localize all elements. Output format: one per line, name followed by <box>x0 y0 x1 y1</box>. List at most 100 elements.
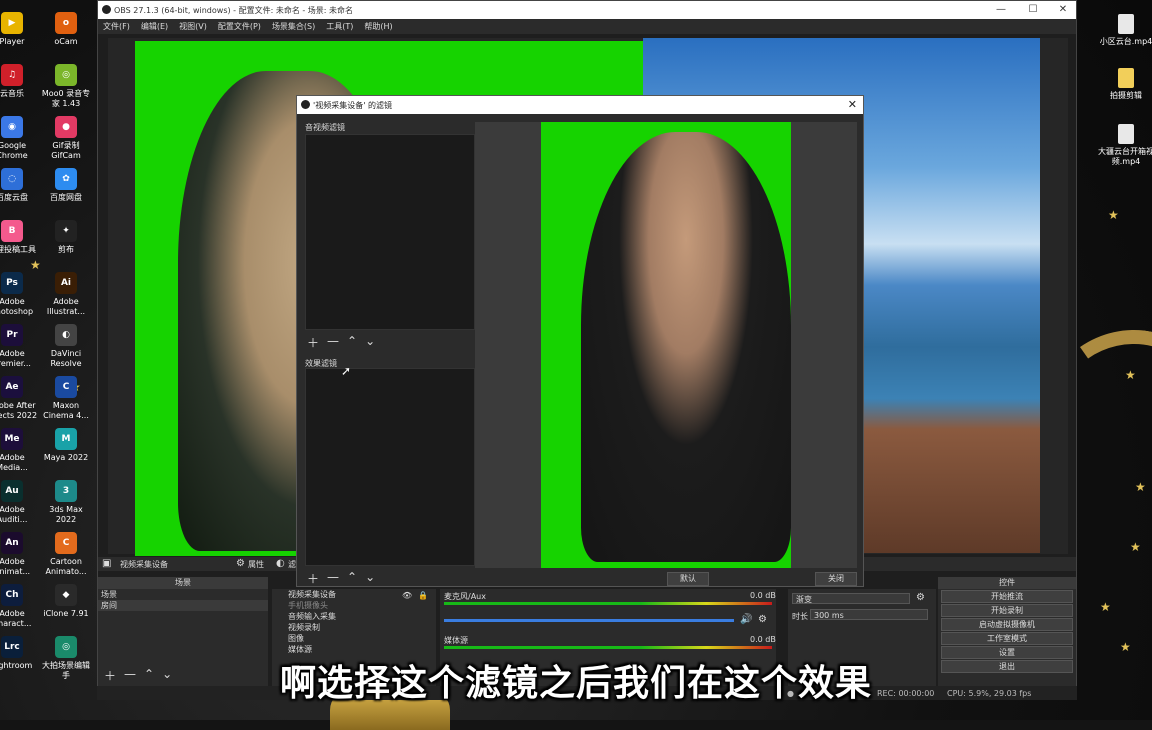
volume-slider[interactable] <box>444 619 734 622</box>
app-icon: o <box>55 12 77 34</box>
desktop-shortcut[interactable]: Pr Adobe Premier... <box>0 324 38 369</box>
desktop-file-video[interactable]: 大疆云台开箱视频.mp4 <box>1096 124 1152 167</box>
menu-profile[interactable]: 配置文件(P) <box>218 21 261 32</box>
desktop-shortcut[interactable]: Me Adobe Media... <box>0 428 38 473</box>
desktop-shortcut[interactable]: ♫ 云音乐 <box>0 64 38 99</box>
desktop-shortcut-label: DaVinci Resolve <box>50 349 82 368</box>
desktop-shortcut[interactable]: ✦ 剪布 <box>40 220 92 255</box>
studio-mode-button[interactable]: 工作室模式 <box>941 632 1073 645</box>
filters-dialog: '视频采集设备' 的滤镜 ✕ 音视频滤镜 ＋ — ⌃ ⌄ 效果滤镜 ➚ ＋ — … <box>296 95 864 587</box>
controls-header: 控件 <box>938 577 1076 589</box>
effect-filters-list[interactable] <box>305 368 475 566</box>
menu-help[interactable]: 帮助(H) <box>364 21 392 32</box>
close-button[interactable]: 关闭 <box>815 572 857 586</box>
gear-icon[interactable]: ⚙ <box>758 614 767 625</box>
desktop-shortcut[interactable]: ▶ Player <box>0 12 38 47</box>
obs-titlebar: OBS 27.1.3 (64-bit, windows) - 配置文件: 未命名… <box>98 1 1076 19</box>
app-icon: Ps <box>1 272 23 294</box>
source-item[interactable]: 图像 <box>272 633 436 644</box>
move-down-icon[interactable]: ⌄ <box>365 334 375 351</box>
transition-select[interactable]: 渐变 <box>792 593 910 604</box>
menu-file[interactable]: 文件(F) <box>103 21 130 32</box>
source-item[interactable]: 手机摄像头 <box>272 600 436 611</box>
desktop-shortcut[interactable]: ◎ Moo0 录音专家 1.43 <box>40 64 92 109</box>
desktop-shortcut-label: Adobe Charact... <box>0 609 32 628</box>
desktop-shortcut[interactable]: ✿ 百度网盘 <box>40 168 92 203</box>
default-button[interactable]: 默认 <box>667 572 709 586</box>
close-icon[interactable]: ✕ <box>1056 3 1070 17</box>
remove-icon[interactable]: — <box>327 334 339 351</box>
desktop-shortcut[interactable]: An Adobe Animat... <box>0 532 38 577</box>
start-recording-button[interactable]: 开始录制 <box>941 604 1073 617</box>
properties-button[interactable]: 属性 <box>248 559 264 570</box>
move-up-icon[interactable]: ⌃ <box>347 570 357 587</box>
start-virtual-camera-button[interactable]: 启动虚拟摄像机 <box>941 618 1073 631</box>
speaker-icon[interactable]: 🔊 <box>740 614 752 625</box>
menu-tools[interactable]: 工具(T) <box>326 21 353 32</box>
app-icon: Me <box>1 428 23 450</box>
audio-video-filters-list[interactable] <box>305 134 475 330</box>
desktop-folder[interactable]: 拍摄剪辑 <box>1096 68 1152 101</box>
start-streaming-button[interactable]: 开始推流 <box>941 590 1073 603</box>
desktop-shortcut[interactable]: ◌ 百度云盘 <box>0 168 38 203</box>
desktop-shortcut-label: 百度网盘 <box>50 193 82 202</box>
desktop-shortcut[interactable]: C Cartoon Animato... <box>40 532 92 577</box>
desktop-shortcut-label: 剪布 <box>58 245 74 254</box>
menu-scene-collection[interactable]: 场景集合(S) <box>272 21 315 32</box>
scene-item[interactable]: 场景 <box>98 589 268 600</box>
mixer-track-name: 麦克风/Aux <box>444 592 486 601</box>
desktop-file-label: 大疆云台开箱视频.mp4 <box>1098 147 1152 166</box>
minimize-icon[interactable]: — <box>994 3 1008 17</box>
desktop-shortcut-label: Google Chrome <box>0 141 28 160</box>
desktop-file-video[interactable]: 小区云台.mp4 <box>1096 14 1152 47</box>
app-icon: Ae <box>1 376 23 398</box>
video-file-icon <box>1118 14 1134 34</box>
desktop-shortcut[interactable]: ◆ iClone 7.91 <box>40 584 92 619</box>
filter-icon[interactable]: ◐ <box>276 558 285 569</box>
lock-icon[interactable]: 🔒 <box>418 591 428 600</box>
desktop-shortcut[interactable]: Ae Adobe After Effects 2022 <box>0 376 38 421</box>
source-item[interactable]: 音频输入采集 <box>272 611 436 622</box>
visibility-eye-icon[interactable]: 👁 <box>402 591 412 600</box>
desktop-shortcut[interactable]: ● Gif录制 GifCam <box>40 116 92 161</box>
app-icon: ● <box>55 116 77 138</box>
gear-icon[interactable]: ⚙ <box>916 592 925 603</box>
duration-input[interactable]: 300 ms <box>810 609 928 620</box>
selected-source-name: 视频采集设备 <box>120 560 168 569</box>
add-icon[interactable]: ＋ <box>307 570 319 587</box>
desktop-shortcut[interactable]: Ai Adobe Illustrat... <box>40 272 92 317</box>
star-icon: ★ <box>1125 368 1136 382</box>
move-up-icon[interactable]: ⌃ <box>347 334 357 351</box>
scene-item[interactable]: 房间 <box>98 600 268 611</box>
gear-icon[interactable]: ⚙ <box>236 558 245 569</box>
desktop-shortcut-label: Gif录制 GifCam <box>51 141 81 160</box>
menu-edit[interactable]: 编辑(E) <box>141 21 168 32</box>
mouse-cursor-icon: ➚ <box>341 364 352 378</box>
desktop-shortcut-label: 百度云盘 <box>0 193 28 202</box>
obs-logo-icon <box>301 100 310 109</box>
desktop-shortcut[interactable]: B 哔哩投稿工具 <box>0 220 38 255</box>
menu-view[interactable]: 视图(V) <box>179 21 207 32</box>
source-item[interactable]: 视频录制 <box>272 622 436 633</box>
star-icon: ★ <box>1120 640 1131 654</box>
close-icon[interactable]: ✕ <box>848 98 857 111</box>
desktop-shortcut[interactable]: ◐ DaVinci Resolve <box>40 324 92 369</box>
preview-green-screen <box>541 122 791 568</box>
remove-icon[interactable]: — <box>327 570 339 587</box>
maximize-icon[interactable]: ☐ <box>1026 3 1040 17</box>
desktop-shortcut[interactable]: C Maxon Cinema 4... <box>40 376 92 421</box>
window-title: OBS 27.1.3 (64-bit, windows) - 配置文件: 未命名… <box>114 6 354 15</box>
app-icon: ◎ <box>55 64 77 86</box>
app-icon: ▶ <box>1 12 23 34</box>
desktop-shortcut[interactable]: Au Adobe Auditi... <box>0 480 38 525</box>
desktop-shortcut[interactable]: M Maya 2022 <box>40 428 92 463</box>
desktop-shortcut[interactable]: Ps Adobe Photoshop <box>0 272 38 317</box>
app-icon: B <box>1 220 23 242</box>
move-down-icon[interactable]: ⌄ <box>365 570 375 587</box>
menu-bar: 文件(F) 编辑(E) 视图(V) 配置文件(P) 场景集合(S) 工具(T) … <box>98 19 1076 34</box>
desktop-shortcut[interactable]: o oCam <box>40 12 92 47</box>
desktop-shortcut[interactable]: ◉ Google Chrome <box>0 116 38 161</box>
desktop-shortcut[interactable]: 3 3ds Max 2022 <box>40 480 92 525</box>
desktop-shortcut[interactable]: Ch Adobe Charact... <box>0 584 38 629</box>
add-icon[interactable]: ＋ <box>307 334 319 351</box>
